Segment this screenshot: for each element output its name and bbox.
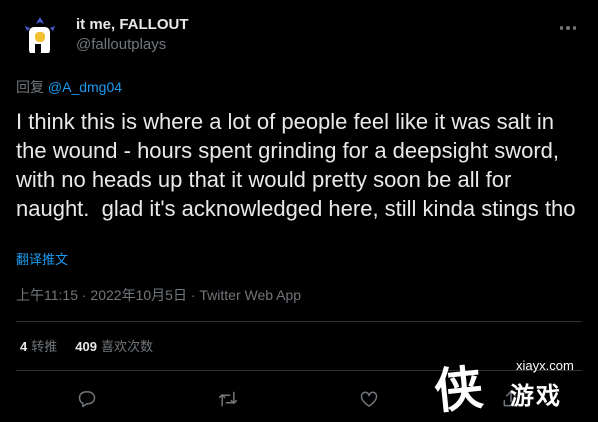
tweet-text: I think this is where a lot of people fe… [16, 109, 576, 221]
retweet-button[interactable] [213, 384, 243, 414]
tweet-timestamp[interactable]: 上午11:15 · 2022年10月5日 · Twitter Web App [16, 286, 301, 304]
more-options-button[interactable] [556, 16, 580, 40]
dot-icon [572, 26, 577, 30]
tweet-stats: 4 转推 409 喜欢次数 [20, 338, 153, 356]
reply-button[interactable] [72, 384, 102, 414]
site-watermark: 侠 xiayx.com 游戏 [432, 350, 594, 420]
watermark-site: xiayx.com [516, 358, 574, 373]
reply-prefix: 回复 [16, 79, 44, 95]
fallout-logo-icon [16, 14, 64, 62]
reply-icon [78, 391, 96, 408]
reply-context: 回复 @A_dmg04 [16, 78, 122, 96]
like-stat-label: 喜欢次数 [100, 339, 153, 354]
watermark-logo-char: 侠 [431, 359, 486, 421]
tweet-header: it me, FALLOUT @falloutplays [16, 10, 582, 66]
reply-mention-link[interactable]: @A_dmg04 [48, 79, 122, 95]
retweet-stat[interactable]: 4 转推 [20, 338, 57, 356]
like-icon [360, 391, 378, 407]
retweet-icon [218, 391, 238, 407]
like-stat[interactable]: 409 喜欢次数 [75, 338, 153, 356]
retweet-stat-label: 转推 [31, 339, 58, 354]
translate-tweet-link[interactable]: 翻译推文 [16, 252, 68, 268]
dot-icon [559, 26, 564, 30]
dot-icon [566, 26, 570, 30]
like-button[interactable] [354, 384, 384, 414]
avatar[interactable] [16, 14, 64, 62]
like-count: 409 [75, 339, 97, 354]
watermark-name: 游戏 [510, 383, 562, 410]
author-display-name[interactable]: it me, FALLOUT [76, 15, 189, 35]
divider [16, 321, 582, 322]
retweet-count: 4 [20, 339, 28, 354]
author-handle[interactable]: @falloutplays [76, 35, 189, 55]
